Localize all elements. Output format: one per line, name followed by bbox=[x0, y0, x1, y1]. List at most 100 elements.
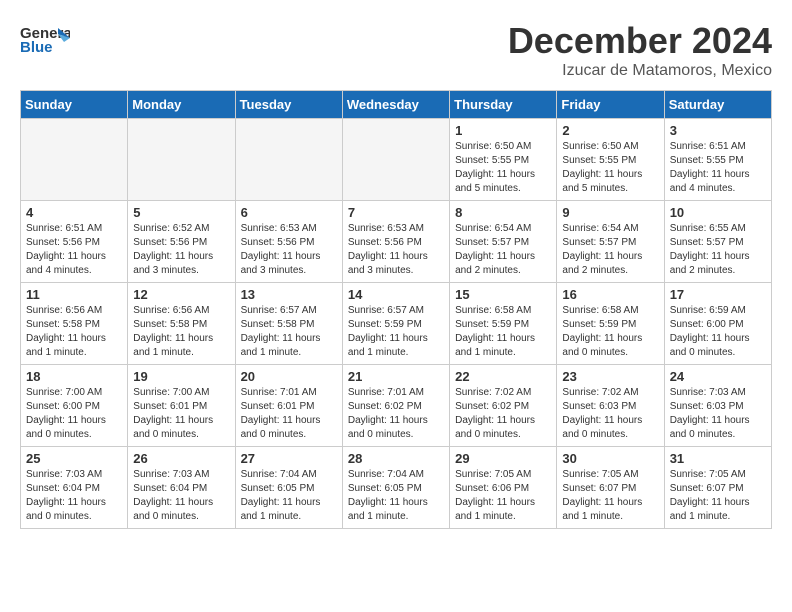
sunrise-text: Sunrise: 7:02 AM bbox=[455, 386, 551, 400]
day-number: 3 bbox=[670, 123, 766, 138]
sunrise-text: Sunrise: 6:57 AM bbox=[241, 304, 337, 318]
sunrise-text: Sunrise: 6:54 AM bbox=[455, 222, 551, 236]
sunrise-text: Sunrise: 6:53 AM bbox=[241, 222, 337, 236]
day-info: Sunrise: 6:56 AM Sunset: 5:58 PM Dayligh… bbox=[133, 304, 229, 360]
daylight-text: Daylight: 11 hours and 1 minute. bbox=[562, 496, 658, 524]
calendar-cell bbox=[128, 119, 235, 201]
sunset-text: Sunset: 5:56 PM bbox=[133, 236, 229, 250]
day-info: Sunrise: 6:52 AM Sunset: 5:56 PM Dayligh… bbox=[133, 222, 229, 278]
daylight-text: Daylight: 11 hours and 0 minutes. bbox=[133, 414, 229, 442]
day-number: 24 bbox=[670, 369, 766, 384]
calendar-cell: 16 Sunrise: 6:58 AM Sunset: 5:59 PM Dayl… bbox=[557, 283, 664, 365]
day-number: 13 bbox=[241, 287, 337, 302]
day-info: Sunrise: 6:50 AM Sunset: 5:55 PM Dayligh… bbox=[562, 140, 658, 196]
sunrise-text: Sunrise: 7:00 AM bbox=[26, 386, 122, 400]
calendar-cell: 29 Sunrise: 7:05 AM Sunset: 6:06 PM Dayl… bbox=[450, 447, 557, 529]
sunrise-text: Sunrise: 6:53 AM bbox=[348, 222, 444, 236]
calendar-cell: 30 Sunrise: 7:05 AM Sunset: 6:07 PM Dayl… bbox=[557, 447, 664, 529]
day-info: Sunrise: 7:04 AM Sunset: 6:05 PM Dayligh… bbox=[241, 468, 337, 524]
sunset-text: Sunset: 6:04 PM bbox=[133, 482, 229, 496]
sunrise-text: Sunrise: 7:04 AM bbox=[241, 468, 337, 482]
svg-text:Blue: Blue bbox=[20, 39, 53, 56]
sunset-text: Sunset: 5:56 PM bbox=[26, 236, 122, 250]
day-info: Sunrise: 7:02 AM Sunset: 6:03 PM Dayligh… bbox=[562, 386, 658, 442]
sunrise-text: Sunrise: 7:00 AM bbox=[133, 386, 229, 400]
daylight-text: Daylight: 11 hours and 2 minutes. bbox=[455, 250, 551, 278]
day-number: 11 bbox=[26, 287, 122, 302]
day-number: 28 bbox=[348, 451, 444, 466]
daylight-text: Daylight: 11 hours and 3 minutes. bbox=[241, 250, 337, 278]
day-info: Sunrise: 6:53 AM Sunset: 5:56 PM Dayligh… bbox=[348, 222, 444, 278]
calendar-cell: 24 Sunrise: 7:03 AM Sunset: 6:03 PM Dayl… bbox=[664, 365, 771, 447]
daylight-text: Daylight: 11 hours and 3 minutes. bbox=[133, 250, 229, 278]
sunrise-text: Sunrise: 6:52 AM bbox=[133, 222, 229, 236]
day-number: 17 bbox=[670, 287, 766, 302]
daylight-text: Daylight: 11 hours and 1 minute. bbox=[455, 332, 551, 360]
sunset-text: Sunset: 6:01 PM bbox=[133, 400, 229, 414]
sunrise-text: Sunrise: 6:57 AM bbox=[348, 304, 444, 318]
calendar-cell: 3 Sunrise: 6:51 AM Sunset: 5:55 PM Dayli… bbox=[664, 119, 771, 201]
calendar-cell: 4 Sunrise: 6:51 AM Sunset: 5:56 PM Dayli… bbox=[21, 201, 128, 283]
day-number: 2 bbox=[562, 123, 658, 138]
daylight-text: Daylight: 11 hours and 5 minutes. bbox=[562, 168, 658, 196]
table-row: 25 Sunrise: 7:03 AM Sunset: 6:04 PM Dayl… bbox=[21, 447, 772, 529]
sunset-text: Sunset: 5:59 PM bbox=[348, 318, 444, 332]
day-number: 14 bbox=[348, 287, 444, 302]
calendar-table: Sunday Monday Tuesday Wednesday Thursday… bbox=[20, 90, 772, 529]
daylight-text: Daylight: 11 hours and 0 minutes. bbox=[133, 496, 229, 524]
day-info: Sunrise: 6:57 AM Sunset: 5:59 PM Dayligh… bbox=[348, 304, 444, 360]
calendar-cell: 2 Sunrise: 6:50 AM Sunset: 5:55 PM Dayli… bbox=[557, 119, 664, 201]
calendar-cell: 6 Sunrise: 6:53 AM Sunset: 5:56 PM Dayli… bbox=[235, 201, 342, 283]
calendar-cell: 22 Sunrise: 7:02 AM Sunset: 6:02 PM Dayl… bbox=[450, 365, 557, 447]
day-info: Sunrise: 7:00 AM Sunset: 6:01 PM Dayligh… bbox=[133, 386, 229, 442]
daylight-text: Daylight: 11 hours and 1 minute. bbox=[133, 332, 229, 360]
sunset-text: Sunset: 6:01 PM bbox=[241, 400, 337, 414]
day-number: 25 bbox=[26, 451, 122, 466]
day-info: Sunrise: 6:51 AM Sunset: 5:55 PM Dayligh… bbox=[670, 140, 766, 196]
sunset-text: Sunset: 6:03 PM bbox=[670, 400, 766, 414]
sunrise-text: Sunrise: 7:05 AM bbox=[670, 468, 766, 482]
sunset-text: Sunset: 6:02 PM bbox=[455, 400, 551, 414]
table-row: 18 Sunrise: 7:00 AM Sunset: 6:00 PM Dayl… bbox=[21, 365, 772, 447]
col-wednesday: Wednesday bbox=[342, 91, 449, 119]
daylight-text: Daylight: 11 hours and 1 minute. bbox=[455, 496, 551, 524]
calendar-cell: 18 Sunrise: 7:00 AM Sunset: 6:00 PM Dayl… bbox=[21, 365, 128, 447]
daylight-text: Daylight: 11 hours and 1 minute. bbox=[26, 332, 122, 360]
daylight-text: Daylight: 11 hours and 4 minutes. bbox=[670, 168, 766, 196]
day-number: 7 bbox=[348, 205, 444, 220]
calendar-cell: 17 Sunrise: 6:59 AM Sunset: 6:00 PM Dayl… bbox=[664, 283, 771, 365]
day-info: Sunrise: 6:54 AM Sunset: 5:57 PM Dayligh… bbox=[455, 222, 551, 278]
daylight-text: Daylight: 11 hours and 0 minutes. bbox=[670, 332, 766, 360]
sunrise-text: Sunrise: 7:03 AM bbox=[133, 468, 229, 482]
sunset-text: Sunset: 5:59 PM bbox=[455, 318, 551, 332]
sunset-text: Sunset: 6:04 PM bbox=[26, 482, 122, 496]
day-number: 16 bbox=[562, 287, 658, 302]
sunrise-text: Sunrise: 7:03 AM bbox=[26, 468, 122, 482]
sunset-text: Sunset: 6:05 PM bbox=[241, 482, 337, 496]
day-info: Sunrise: 6:50 AM Sunset: 5:55 PM Dayligh… bbox=[455, 140, 551, 196]
day-number: 19 bbox=[133, 369, 229, 384]
daylight-text: Daylight: 11 hours and 1 minute. bbox=[348, 496, 444, 524]
day-number: 5 bbox=[133, 205, 229, 220]
calendar-cell: 21 Sunrise: 7:01 AM Sunset: 6:02 PM Dayl… bbox=[342, 365, 449, 447]
col-thursday: Thursday bbox=[450, 91, 557, 119]
day-number: 29 bbox=[455, 451, 551, 466]
day-info: Sunrise: 6:51 AM Sunset: 5:56 PM Dayligh… bbox=[26, 222, 122, 278]
daylight-text: Daylight: 11 hours and 1 minute. bbox=[670, 496, 766, 524]
daylight-text: Daylight: 11 hours and 4 minutes. bbox=[26, 250, 122, 278]
daylight-text: Daylight: 11 hours and 0 minutes. bbox=[26, 414, 122, 442]
sunset-text: Sunset: 5:57 PM bbox=[562, 236, 658, 250]
sunset-text: Sunset: 5:56 PM bbox=[348, 236, 444, 250]
location-title: Izucar de Matamoros, Mexico bbox=[508, 62, 772, 80]
day-number: 10 bbox=[670, 205, 766, 220]
day-info: Sunrise: 7:00 AM Sunset: 6:00 PM Dayligh… bbox=[26, 386, 122, 442]
sunrise-text: Sunrise: 6:59 AM bbox=[670, 304, 766, 318]
calendar-cell: 10 Sunrise: 6:55 AM Sunset: 5:57 PM Dayl… bbox=[664, 201, 771, 283]
daylight-text: Daylight: 11 hours and 0 minutes. bbox=[562, 332, 658, 360]
daylight-text: Daylight: 11 hours and 0 minutes. bbox=[348, 414, 444, 442]
day-number: 4 bbox=[26, 205, 122, 220]
daylight-text: Daylight: 11 hours and 2 minutes. bbox=[670, 250, 766, 278]
day-info: Sunrise: 7:05 AM Sunset: 6:07 PM Dayligh… bbox=[670, 468, 766, 524]
sunset-text: Sunset: 6:07 PM bbox=[562, 482, 658, 496]
day-info: Sunrise: 7:01 AM Sunset: 6:02 PM Dayligh… bbox=[348, 386, 444, 442]
